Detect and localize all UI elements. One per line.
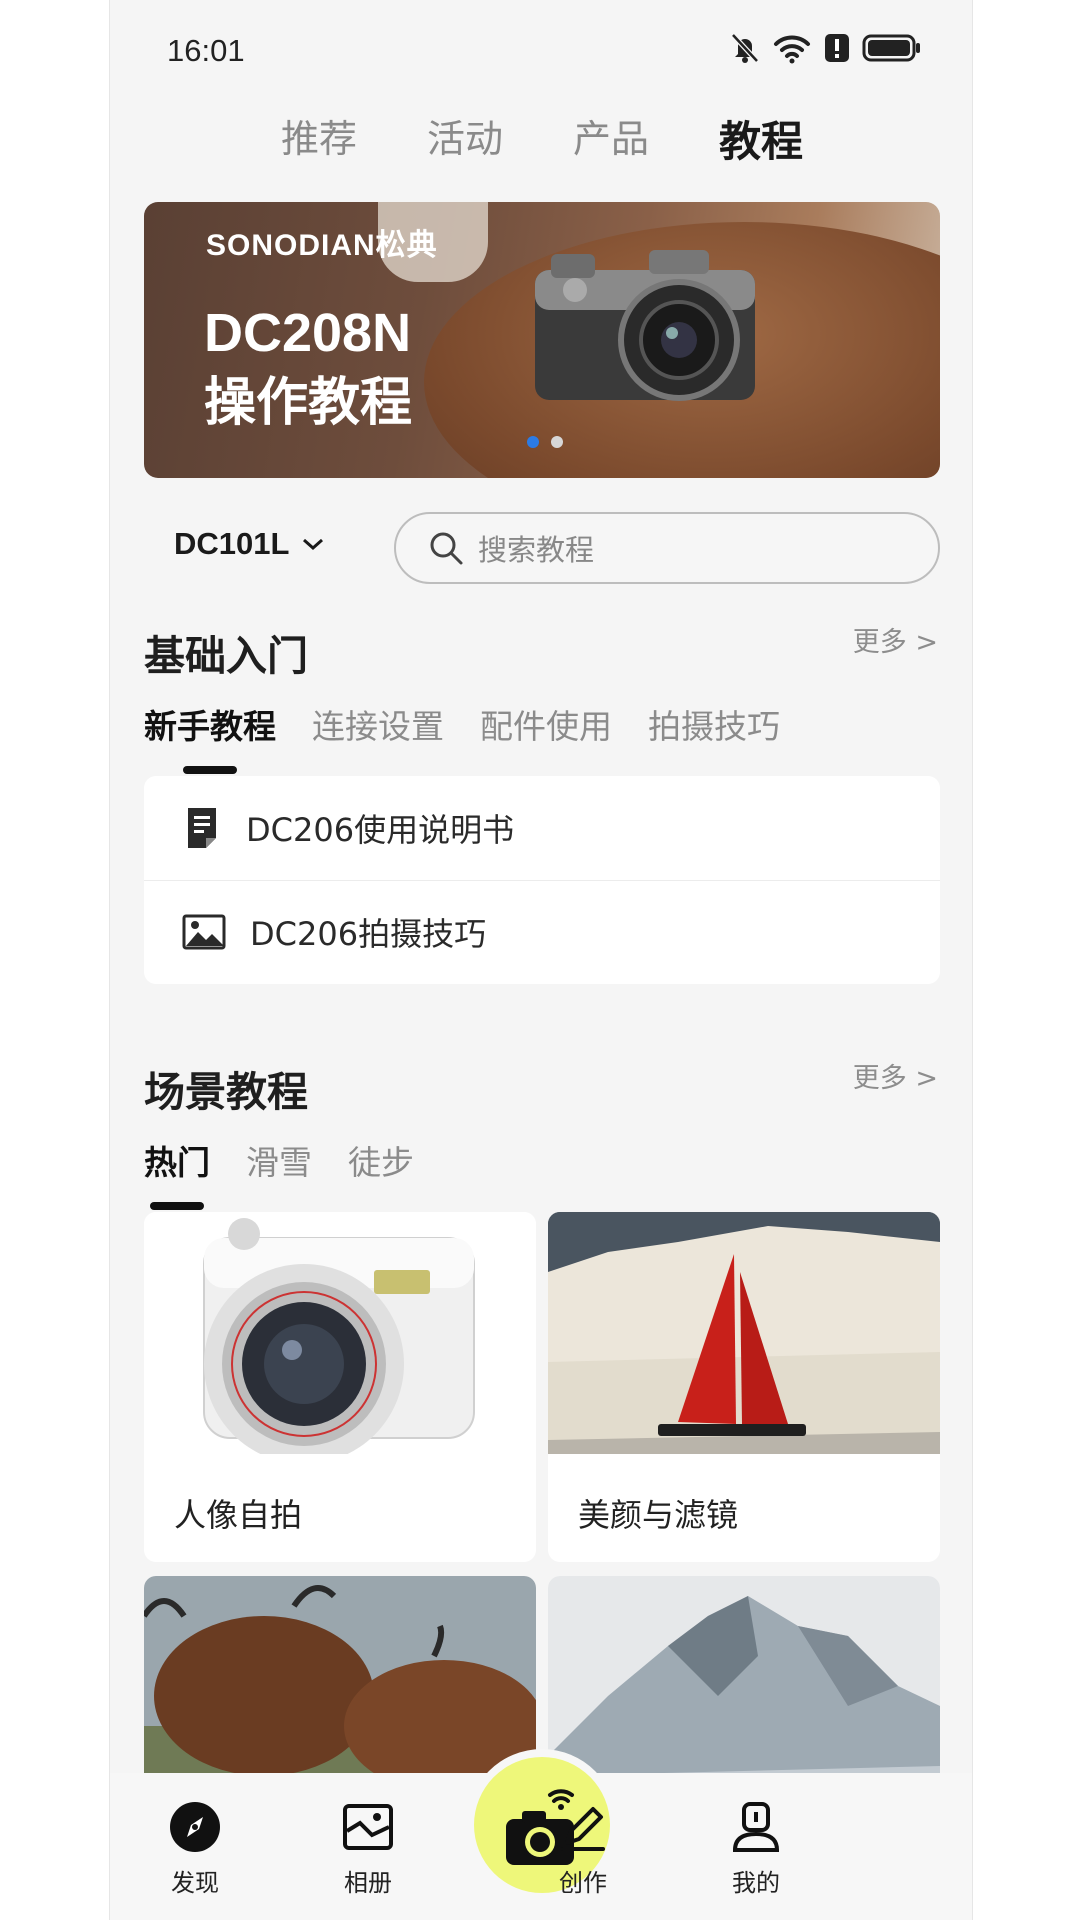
document-icon (188, 808, 216, 848)
wifi-icon (774, 35, 810, 64)
list-item[interactable]: DC206使用说明书 (144, 776, 940, 880)
tab-hiking[interactable]: 徒步 (348, 1136, 414, 1184)
banner-title-model: DC208N (204, 303, 412, 363)
basics-list: DC206使用说明书 DC206拍摄技巧 (144, 776, 940, 984)
nav-album-label: 相册 (344, 1869, 392, 1897)
banner-carousel[interactable]: SONODIAN松典 DC208N 操作教程 (144, 202, 940, 478)
list-item-label: DC206拍摄技巧 (250, 915, 487, 953)
tab-beginner-label: 新手教程 (144, 707, 276, 746)
scene-card-image (548, 1212, 940, 1454)
status-icons (730, 32, 922, 64)
scenes-more-link[interactable]: 更多 > (853, 1056, 938, 1095)
nav-discover-label: 发现 (171, 1869, 219, 1897)
scene-card[interactable]: 人像自拍 (144, 1212, 536, 1562)
status-time: 16:01 (167, 33, 245, 68)
pencil-icon (561, 1807, 605, 1851)
scene-card-image (548, 1576, 940, 1796)
nav-mine[interactable]: 我的 (706, 1801, 806, 1898)
banner-title-text: 操作教程 (204, 373, 413, 433)
basics-tab-bar: 新手教程 连接设置 配件使用 拍摄技巧 (144, 700, 780, 774)
tab-beginner[interactable]: 新手教程 (144, 700, 276, 774)
battery-icon (862, 34, 920, 62)
list-item[interactable]: DC206拍摄技巧 (144, 880, 940, 984)
tab-hot[interactable]: 热门 (144, 1136, 210, 1210)
banner-camera-image (535, 250, 755, 401)
model-search-row: DC101L 搜索教程 (144, 512, 940, 584)
mute-bell-icon (731, 33, 759, 63)
tab-hot-label: 热门 (144, 1143, 210, 1182)
tab-tutorials[interactable]: 教程 (719, 108, 803, 169)
nav-mine-label: 我的 (732, 1869, 780, 1897)
active-tab-indicator (183, 766, 237, 774)
app-screen: 16:01 推荐 活动 产品 教程 SONODIAN松典 DC208N 操作教程… (109, 0, 973, 1920)
list-item-label: DC206使用说明书 (246, 811, 515, 849)
nav-album[interactable]: 相册 (318, 1801, 418, 1898)
scene-card[interactable] (548, 1576, 940, 1796)
search-placeholder: 搜索教程 (478, 533, 595, 567)
scene-card-image (144, 1212, 536, 1454)
scene-card-caption: 人像自拍 (174, 1496, 303, 1534)
search-input[interactable]: 搜索教程 (394, 512, 940, 584)
tab-shooting-tips[interactable]: 拍摄技巧 (648, 700, 780, 748)
profile-icon (732, 1802, 780, 1852)
tab-products[interactable]: 产品 (573, 108, 649, 169)
alert-sim-icon (825, 34, 849, 62)
banner-pagination (527, 436, 563, 448)
nav-discover[interactable]: 发现 (145, 1801, 245, 1898)
scenes-section-title: 场景教程 (144, 1068, 308, 1116)
bottom-nav: 发现 相册 创作 我的 (110, 1749, 972, 1920)
scene-card-caption: 美颜与滤镜 (578, 1496, 739, 1534)
active-tab-indicator (150, 1202, 204, 1210)
banner-dot-active[interactable] (527, 436, 539, 448)
tab-accessories[interactable]: 配件使用 (480, 700, 612, 748)
chevron-down-icon (303, 538, 324, 551)
nav-create[interactable]: 创作 (533, 1801, 633, 1898)
model-selector-value: DC101L (174, 526, 290, 561)
search-icon (430, 532, 463, 565)
tab-skiing[interactable]: 滑雪 (246, 1136, 312, 1184)
album-icon (343, 1804, 393, 1850)
status-bar: 16:01 (110, 0, 972, 100)
compass-icon (170, 1802, 220, 1852)
basics-section-title: 基础入门 (144, 632, 308, 680)
image-icon (182, 914, 226, 950)
banner-dot[interactable] (551, 436, 563, 448)
top-tab-bar: 推荐 活动 产品 教程 (110, 108, 972, 169)
tab-connection[interactable]: 连接设置 (312, 700, 444, 748)
basics-more-link[interactable]: 更多 > (853, 620, 938, 659)
tab-activities[interactable]: 活动 (427, 108, 503, 169)
scene-card-image (144, 1576, 536, 1796)
model-selector[interactable]: DC101L (174, 526, 325, 562)
tab-recommend[interactable]: 推荐 (281, 108, 357, 169)
banner-brand-logo: SONODIAN松典 (206, 229, 438, 262)
scenes-tab-bar: 热门 滑雪 徒步 (144, 1136, 414, 1210)
scene-card[interactable]: 美颜与滤镜 (548, 1212, 940, 1562)
scene-card[interactable] (144, 1576, 536, 1796)
nav-create-label: 创作 (559, 1869, 607, 1897)
